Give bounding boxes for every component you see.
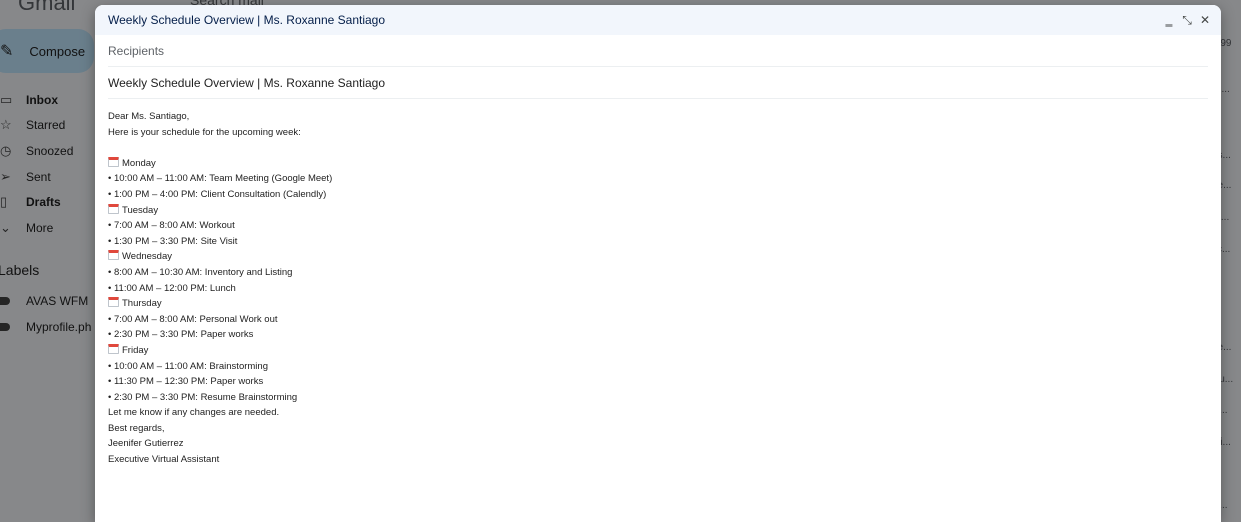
body-line: Here is your schedule for the upcoming w…	[108, 125, 1208, 141]
body-line-text: • 10:00 AM – 11:00 AM: Team Meeting (Goo…	[108, 173, 333, 185]
body-line-text: Friday	[122, 344, 149, 356]
calendar-icon	[108, 343, 119, 354]
recipients-field[interactable]: Recipients	[108, 35, 1208, 67]
body-line: • 11:30 PM – 12:30 PM: Paper works	[108, 374, 1208, 390]
body-line: Dear Ms. Santiago,	[108, 109, 1208, 125]
body-line: • 2:30 PM – 3:30 PM: Paper works	[108, 327, 1208, 343]
body-line: • 1:00 PM – 4:00 PM: Client Consultation…	[108, 187, 1208, 203]
body-line-text: Dear Ms. Santiago,	[108, 111, 190, 122]
body-line: Executive Virtual Assistant	[108, 452, 1208, 468]
body-line: • 2:30 PM – 3:30 PM: Resume Brainstormin…	[108, 390, 1208, 406]
compose-window: Weekly Schedule Overview | Ms. Roxanne S…	[95, 5, 1221, 522]
day-heading: Friday	[108, 343, 1208, 359]
body-line-text: • 8:00 AM – 10:30 AM: Inventory and List…	[108, 266, 293, 278]
body-line-text: Tuesday	[122, 204, 159, 216]
day-heading: Wednesday	[108, 249, 1208, 265]
body-line: • 10:00 AM – 11:00 AM: Team Meeting (Goo…	[108, 171, 1208, 187]
body-line-text: • 7:00 AM – 8:00 AM: Workout	[108, 220, 235, 232]
calendar-icon	[108, 203, 119, 214]
body-line: • 10:00 AM – 11:00 AM: Brainstorming	[108, 359, 1208, 375]
recipients-placeholder: Recipients	[108, 43, 165, 58]
body-line-text: • 11:30 PM – 12:30 PM: Paper works	[108, 376, 264, 388]
body-line-text: • 7:00 AM – 8:00 AM: Personal Work out	[108, 313, 278, 325]
body-line: Best regards,	[108, 421, 1208, 437]
day-heading: Tuesday	[108, 203, 1208, 219]
compose-header: Weekly Schedule Overview | Ms. Roxanne S…	[95, 5, 1221, 35]
body-line-text: • 1:00 PM – 4:00 PM: Client Consultation…	[108, 188, 327, 200]
body-line-text: Executive Virtual Assistant	[108, 454, 220, 466]
body-line: Jeenifer Gutierrez	[108, 436, 1208, 452]
day-heading: Thursday	[108, 296, 1208, 312]
minimize-icon[interactable]: ‗	[1163, 14, 1175, 26]
subject-field[interactable]: Weekly Schedule Overview | Ms. Roxanne S…	[108, 67, 1208, 99]
body-line-text: Wednesday	[122, 251, 172, 263]
body-line-text: Thursday	[122, 298, 162, 310]
body-line-text: Best regards,	[108, 422, 165, 434]
body-line	[108, 140, 1208, 156]
body-line-text: Jeenifer Gutierrez	[108, 438, 184, 450]
exit-fullscreen-icon[interactable]: ⤡	[1181, 14, 1193, 26]
close-icon[interactable]: ✕	[1199, 14, 1211, 26]
body-line-text: Let me know if any changes are needed.	[108, 407, 280, 419]
body-line-text: Here is your schedule for the upcoming w…	[108, 126, 301, 138]
body-line-text: • 10:00 AM – 11:00 AM: Brainstorming	[108, 360, 268, 372]
calendar-icon	[108, 156, 119, 167]
day-heading: Monday	[108, 156, 1208, 172]
message-body[interactable]: Dear Ms. Santiago, Here is your schedule …	[95, 99, 1221, 478]
body-line-text: • 2:30 PM – 3:30 PM: Resume Brainstormin…	[108, 391, 298, 403]
body-line-text: • 11:00 AM – 12:00 PM: Lunch	[108, 282, 236, 294]
body-line-text: • 2:30 PM – 3:30 PM: Paper works	[108, 329, 254, 341]
calendar-icon	[108, 297, 119, 308]
body-line: • 8:00 AM – 10:30 AM: Inventory and List…	[108, 265, 1208, 281]
body-line-text: Monday	[122, 157, 156, 169]
body-line-text: • 1:30 PM – 3:30 PM: Site Visit	[108, 235, 238, 247]
body-line: Let me know if any changes are needed.	[108, 405, 1208, 421]
calendar-icon	[108, 250, 119, 261]
body-line: • 7:00 AM – 8:00 AM: Personal Work out	[108, 312, 1208, 328]
compose-title: Weekly Schedule Overview | Ms. Roxanne S…	[108, 13, 386, 27]
subject-value: Weekly Schedule Overview | Ms. Roxanne S…	[108, 75, 386, 90]
body-line: • 11:00 AM – 12:00 PM: Lunch	[108, 281, 1208, 297]
body-line: • 1:30 PM – 3:30 PM: Site Visit	[108, 234, 1208, 250]
body-line: • 7:00 AM – 8:00 AM: Workout	[108, 218, 1208, 234]
